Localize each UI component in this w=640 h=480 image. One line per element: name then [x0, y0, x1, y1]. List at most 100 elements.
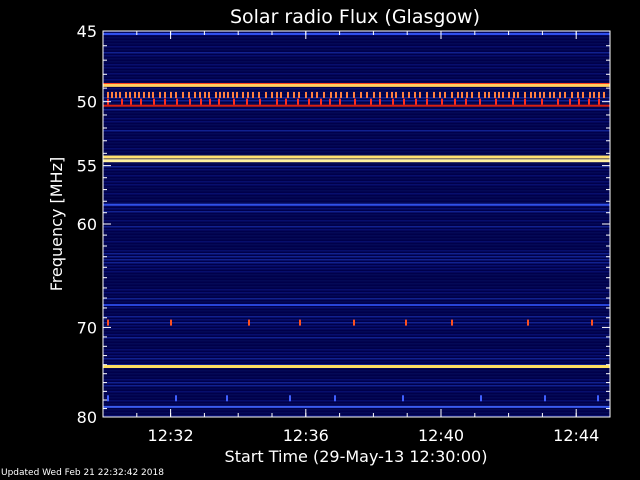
burst-mark — [530, 91, 532, 98]
burst-mark — [223, 91, 225, 98]
background-channel — [103, 286, 610, 288]
background-channel — [103, 124, 610, 126]
burst-mark — [543, 91, 545, 98]
burst-mark — [143, 91, 145, 98]
persistent-band — [103, 32, 610, 35]
background-channel — [103, 340, 610, 342]
burst-mark — [226, 395, 228, 402]
background-channel — [103, 100, 610, 102]
burst-mark — [553, 91, 555, 98]
background-channel — [103, 166, 610, 168]
burst-mark — [353, 319, 355, 326]
burst-mark — [598, 98, 600, 105]
background-channel — [103, 187, 610, 189]
burst-mark — [373, 91, 375, 98]
burst-mark — [454, 98, 456, 105]
x-tick-label: 12:40 — [418, 426, 464, 445]
burst-mark — [598, 91, 600, 98]
burst-mark — [478, 91, 480, 98]
burst-mark — [170, 91, 172, 98]
background-channel — [103, 262, 610, 264]
burst-mark — [415, 98, 417, 105]
background-channel — [103, 289, 610, 291]
background-channel — [103, 376, 610, 378]
background-channel — [103, 121, 610, 123]
burst-mark — [484, 91, 486, 98]
burst-mark — [140, 98, 142, 105]
background-channel — [103, 253, 610, 255]
background-channel — [103, 94, 610, 96]
burst-mark — [236, 91, 238, 98]
background-channel — [103, 259, 610, 261]
burst-mark — [541, 98, 543, 105]
background-channel — [103, 193, 610, 195]
burst-mark — [335, 91, 337, 98]
background-channel — [103, 79, 610, 81]
burst-mark — [330, 91, 332, 98]
burst-mark — [182, 91, 184, 98]
x-tick-label: 12:32 — [148, 426, 194, 445]
background-channel — [103, 310, 610, 312]
background-channel — [103, 61, 610, 63]
burst-mark — [426, 91, 428, 98]
burst-mark — [218, 98, 220, 105]
burst-mark — [395, 91, 397, 98]
burst-mark — [265, 91, 267, 98]
persistent-band — [103, 83, 610, 87]
burst-mark — [508, 91, 510, 98]
background-channel — [103, 211, 610, 213]
burst-mark — [405, 319, 407, 326]
burst-mark — [316, 91, 318, 98]
background-channel — [103, 49, 610, 51]
burst-mark — [578, 98, 580, 105]
x-axis-label: Start Time (29-May-13 12:30:00) — [225, 447, 488, 466]
burst-mark — [402, 395, 404, 402]
persistent-band — [103, 203, 610, 206]
burst-mark — [451, 91, 453, 98]
background-channel — [103, 67, 610, 69]
burst-mark — [386, 91, 388, 98]
background-channel — [103, 220, 610, 222]
burst-mark — [544, 395, 546, 402]
burst-mark — [259, 98, 261, 105]
background-channel — [103, 244, 610, 246]
burst-mark — [479, 98, 481, 105]
background-channel — [103, 280, 610, 282]
background-channel — [103, 403, 610, 405]
burst-mark — [194, 91, 196, 98]
background-channel — [103, 277, 610, 279]
burst-mark — [498, 91, 500, 98]
background-channel — [103, 88, 610, 90]
burst-mark — [392, 98, 394, 105]
background-channel — [103, 292, 610, 294]
background-channel — [103, 391, 610, 393]
burst-mark — [419, 91, 421, 98]
burst-mark — [130, 98, 132, 105]
burst-mark — [152, 91, 154, 98]
background-channel — [103, 343, 610, 345]
burst-mark — [426, 98, 428, 105]
y-tick-label: 70 — [77, 318, 97, 337]
background-channel — [103, 379, 610, 381]
background-channel — [103, 352, 610, 354]
background-channel — [103, 139, 610, 141]
background-channel — [103, 283, 610, 285]
burst-mark — [289, 395, 291, 402]
burst-mark — [188, 91, 190, 98]
background-channel — [103, 130, 610, 132]
background-channel — [103, 385, 610, 387]
background-channel — [103, 394, 610, 396]
background-channel — [103, 37, 610, 39]
background-channel — [103, 196, 610, 198]
burst-mark — [414, 91, 416, 98]
burst-mark — [524, 98, 526, 105]
background-channel — [103, 319, 610, 321]
burst-mark — [517, 91, 519, 98]
background-channel — [103, 145, 610, 147]
burst-mark — [204, 91, 206, 98]
burst-mark — [402, 91, 404, 98]
updated-timestamp: Updated Wed Feb 21 22:32:42 2018 — [1, 468, 164, 478]
background-channel — [103, 361, 610, 363]
burst-mark — [170, 319, 172, 326]
background-channel — [103, 247, 610, 249]
